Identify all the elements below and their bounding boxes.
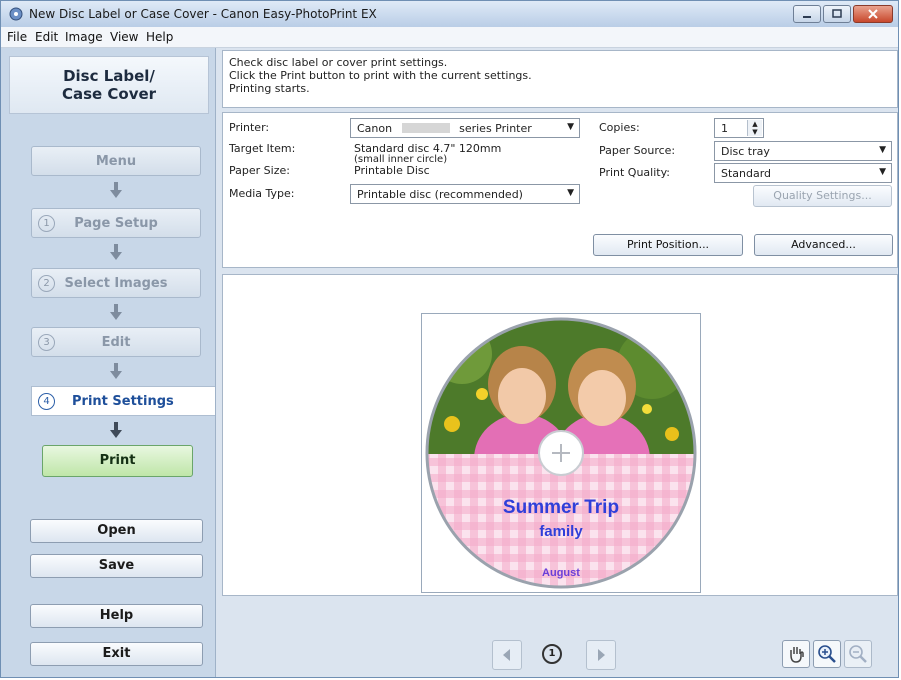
- paper-size-label: Paper Size:: [229, 164, 290, 177]
- instructions-panel: Check disc label or cover print settings…: [222, 50, 898, 108]
- save-button[interactable]: Save: [30, 554, 203, 578]
- zoom-out-icon: [849, 645, 867, 663]
- print-quality-select[interactable]: Standard ▼: [714, 163, 892, 183]
- redacted-model: [401, 123, 450, 133]
- maximize-button[interactable]: [823, 5, 851, 23]
- media-type-label: Media Type:: [229, 187, 295, 200]
- down-arrow-icon: [110, 304, 122, 320]
- printer-label: Printer:: [229, 121, 270, 134]
- copies-stepper[interactable]: 1 ▲ ▼: [714, 118, 764, 138]
- printer-suffix: series Printer: [459, 122, 532, 135]
- menu-file[interactable]: File: [7, 30, 27, 44]
- next-page-button[interactable]: [586, 640, 616, 670]
- print-settings-panel: Printer: Canon series Printer ▼ Target I…: [222, 112, 898, 268]
- target-item-label: Target Item:: [229, 142, 296, 155]
- close-icon: [868, 9, 878, 19]
- disc-subtitle-text: family: [539, 523, 583, 540]
- media-type-value: Printable disc (recommended): [357, 188, 523, 201]
- preview-navigation-bar: 1: [216, 624, 898, 676]
- instruction-line3: Printing starts.: [229, 82, 310, 95]
- maximize-icon: [832, 9, 842, 18]
- sidebar-heading-line2: Case Cover: [61, 85, 157, 103]
- chevron-down-icon: ▼: [567, 188, 574, 198]
- disc-footer-text: August: [542, 567, 580, 579]
- hand-tool-button[interactable]: [782, 640, 810, 668]
- down-arrow-icon: [110, 363, 122, 379]
- exit-button[interactable]: Exit: [30, 642, 203, 666]
- copies-value: 1: [721, 122, 728, 135]
- menu-view[interactable]: View: [110, 30, 138, 44]
- paper-source-label: Paper Source:: [599, 144, 676, 157]
- preview-panel: Summer Trip family August: [222, 274, 898, 596]
- paper-size-value: Printable Disc: [354, 164, 430, 177]
- step-label: Select Images: [64, 276, 168, 291]
- step-page-setup[interactable]: 1 Page Setup: [31, 208, 201, 238]
- instruction-line2: Click the Print button to print with the…: [229, 69, 532, 82]
- print-position-button[interactable]: Print Position...: [593, 234, 743, 256]
- sidebar-heading: Disc Label/ Case Cover: [9, 56, 209, 114]
- spin-arrows-icon[interactable]: ▲ ▼: [747, 120, 762, 136]
- minimize-icon: [803, 16, 811, 18]
- zoom-in-icon: [818, 645, 836, 663]
- disc-label-image: Summer Trip family August: [425, 317, 697, 589]
- menu-step-button[interactable]: Menu: [31, 146, 201, 176]
- step-number: 4: [38, 393, 55, 410]
- minimize-button[interactable]: [793, 5, 821, 23]
- menu-step-label: Menu: [95, 154, 137, 169]
- paper-source-value: Disc tray: [721, 145, 770, 158]
- chevron-down-icon: ▼: [567, 122, 574, 132]
- disc-preview-canvas: Summer Trip family August: [421, 313, 701, 593]
- sidebar: Disc Label/ Case Cover Menu 1 Page Setup…: [1, 48, 216, 677]
- printer-select[interactable]: Canon series Printer ▼: [350, 118, 580, 138]
- title-bar: New Disc Label or Case Cover - Canon Eas…: [1, 1, 898, 28]
- open-button[interactable]: Open: [30, 519, 203, 543]
- app-window: New Disc Label or Case Cover - Canon Eas…: [0, 0, 899, 678]
- triangle-right-icon: [598, 649, 605, 661]
- step-edit[interactable]: 3 Edit: [31, 327, 201, 357]
- step-select-images[interactable]: 2 Select Images: [31, 268, 201, 298]
- help-button[interactable]: Help: [30, 604, 203, 628]
- print-quality-value: Standard: [721, 167, 772, 180]
- app-icon: [9, 7, 23, 21]
- disc-title-text: Summer Trip: [503, 497, 619, 518]
- chevron-down-icon: ▼: [879, 145, 886, 155]
- printer-value: Canon: [357, 122, 393, 135]
- chevron-down-icon: ▼: [879, 167, 886, 177]
- zoom-in-button[interactable]: [813, 640, 841, 668]
- media-type-select[interactable]: Printable disc (recommended) ▼: [350, 184, 580, 204]
- main-area: Check disc label or cover print settings…: [216, 48, 898, 677]
- sidebar-heading-line1: Disc Label/: [63, 67, 155, 85]
- down-arrow-icon: [110, 244, 122, 260]
- copies-label: Copies:: [599, 121, 640, 134]
- window-title: New Disc Label or Case Cover - Canon Eas…: [29, 7, 377, 21]
- previous-page-button[interactable]: [492, 640, 522, 670]
- quality-settings-button[interactable]: Quality Settings...: [753, 185, 892, 207]
- print-button[interactable]: Print: [42, 445, 193, 477]
- hand-icon: [790, 647, 804, 663]
- menu-image[interactable]: Image: [65, 30, 103, 44]
- step-label: Page Setup: [74, 216, 158, 231]
- close-button[interactable]: [853, 5, 893, 23]
- triangle-left-icon: [503, 649, 510, 661]
- step-print-settings[interactable]: 4 Print Settings: [31, 386, 215, 416]
- down-arrow-icon: [110, 422, 122, 438]
- page-number: 1: [542, 644, 562, 664]
- menu-bar: File Edit Image View Help: [1, 27, 898, 48]
- paper-source-select[interactable]: Disc tray ▼: [714, 141, 892, 161]
- menu-help[interactable]: Help: [146, 30, 173, 44]
- advanced-button[interactable]: Advanced...: [754, 234, 893, 256]
- step-label: Edit: [101, 335, 131, 350]
- instruction-line1: Check disc label or cover print settings…: [229, 56, 448, 69]
- zoom-out-button[interactable]: [844, 640, 872, 668]
- menu-edit[interactable]: Edit: [35, 30, 58, 44]
- step-label: Print Settings: [72, 394, 174, 409]
- down-arrow-icon: [110, 182, 122, 198]
- print-quality-label: Print Quality:: [599, 166, 671, 179]
